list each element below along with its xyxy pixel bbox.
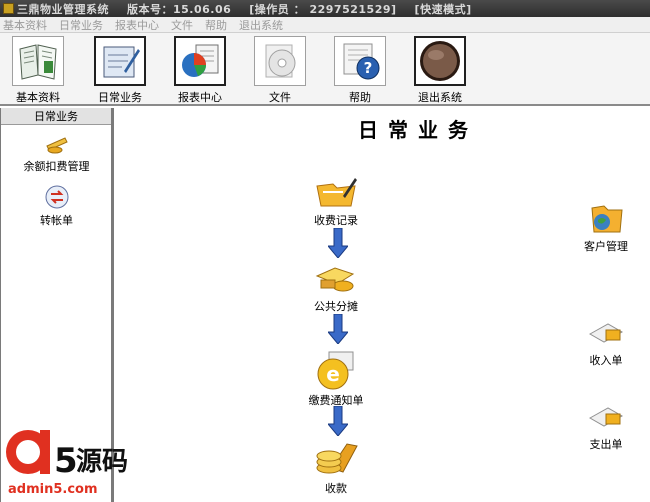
sidebar-item-transfer[interactable]: 转帐单 (1, 184, 112, 228)
toolbar-label: 报表中心 (178, 91, 222, 104)
exit-orb-icon (414, 36, 466, 86)
toolbar-basic-data-button[interactable]: 基本资料 (8, 36, 68, 106)
flow-payment-notice[interactable]: e 缴费通知单 (296, 350, 376, 408)
menu-exit[interactable]: 退出系统 (239, 17, 283, 33)
sidebar-item-label: 余额扣费管理 (23, 160, 90, 173)
toolbar-exit-button[interactable]: 退出系统 (410, 36, 470, 106)
menu-basic-data[interactable]: 基本资料 (3, 17, 47, 33)
toolbar-label: 帮助 (349, 91, 371, 104)
flow-charge-record[interactable]: 收费记录 (296, 174, 376, 228)
svg-text:?: ? (364, 59, 373, 77)
menu-report-center[interactable]: 报表中心 (115, 17, 159, 33)
flow-label: 收款 (325, 482, 347, 495)
toolbar-file-button[interactable]: 文件 (250, 36, 310, 106)
flow-public-share[interactable]: 公共分摊 (296, 260, 376, 314)
arrow-down-icon (328, 228, 348, 258)
share-money-icon (315, 267, 355, 292)
sidebar-item-label: 转帐单 (40, 214, 73, 227)
toolbar-label: 退出系统 (418, 91, 462, 104)
income-card-icon (588, 323, 624, 343)
mode-text: [快速模式] (414, 2, 472, 16)
expense-card-icon (588, 407, 624, 427)
main-panel: 日常业务 收费记录 公共分摊 e 缴费通知单 收款 客户管理 收入单 支出单 (118, 108, 650, 502)
flow-label: 公共分摊 (314, 300, 358, 313)
svg-text:源码: 源码 (76, 447, 128, 477)
notepad-pen-icon (94, 36, 146, 86)
expense-bill-button[interactable]: 支出单 (566, 400, 646, 452)
e-notice-icon: e (317, 351, 354, 390)
flow-receipt[interactable]: 收款 (296, 438, 376, 496)
toolbar-report-center-button[interactable]: 报表中心 (170, 36, 230, 106)
help-icon: ? (334, 36, 386, 86)
menu-daily-business[interactable]: 日常业务 (59, 17, 103, 33)
toolbar-daily-business-button[interactable]: 日常业务 (90, 36, 150, 106)
coins-icon (45, 137, 68, 154)
pie-chart-icon (174, 36, 226, 86)
app-icon (3, 3, 14, 14)
coins-stack-icon (316, 443, 358, 474)
arrow-down-icon (328, 406, 348, 436)
version-text: 版本号：15.06.06 (127, 2, 232, 16)
arrow-down-icon (328, 314, 348, 344)
folder-pen-icon (316, 178, 357, 207)
menu-help[interactable]: 帮助 (205, 17, 227, 33)
a5-logo-icon: 5 源码 (6, 430, 128, 481)
watermark-url: admin5.com (8, 482, 98, 497)
income-bill-button[interactable]: 收入单 (566, 316, 646, 368)
toolbar-label: 日常业务 (98, 91, 142, 104)
customer-management-button[interactable]: 客户管理 (566, 200, 646, 254)
toolbar-label: 基本资料 (16, 91, 60, 104)
right-label: 支出单 (589, 438, 623, 451)
toolbar: 基本资料 日常业务 报表中心 文件 ? 帮助 退出系统 (0, 33, 650, 106)
operator-text: [操作员 ： 2297521529] (249, 2, 397, 16)
book-icon (12, 36, 64, 86)
menu-file[interactable]: 文件 (171, 17, 193, 33)
watermark-logo: 5 源码 admin5.com (0, 420, 140, 502)
svg-text:5: 5 (54, 441, 78, 481)
transfer-icon (45, 185, 68, 209)
flow-label: 收费记录 (314, 214, 358, 227)
svg-text:e: e (326, 362, 340, 386)
cd-disk-icon (254, 36, 306, 86)
page-title: 日常业务 (358, 118, 478, 142)
app-name: 三鼎物业管理系统 (17, 2, 109, 16)
toolbar-help-button[interactable]: ? 帮助 (330, 36, 390, 106)
customer-folder-icon (591, 205, 623, 233)
sidebar-header: 日常业务 (1, 108, 111, 125)
right-label: 客户管理 (584, 240, 628, 253)
right-label: 收入单 (589, 354, 623, 367)
menu-bar: 基本资料 日常业务 报表中心 文件 帮助 退出系统 (0, 17, 650, 33)
title-bar: 三鼎物业管理系统 版本号：15.06.06 [操作员 ： 2297521529]… (0, 0, 650, 17)
toolbar-label: 文件 (269, 91, 291, 104)
sidebar-item-balance-deduction[interactable]: 余额扣费管理 (1, 132, 112, 174)
